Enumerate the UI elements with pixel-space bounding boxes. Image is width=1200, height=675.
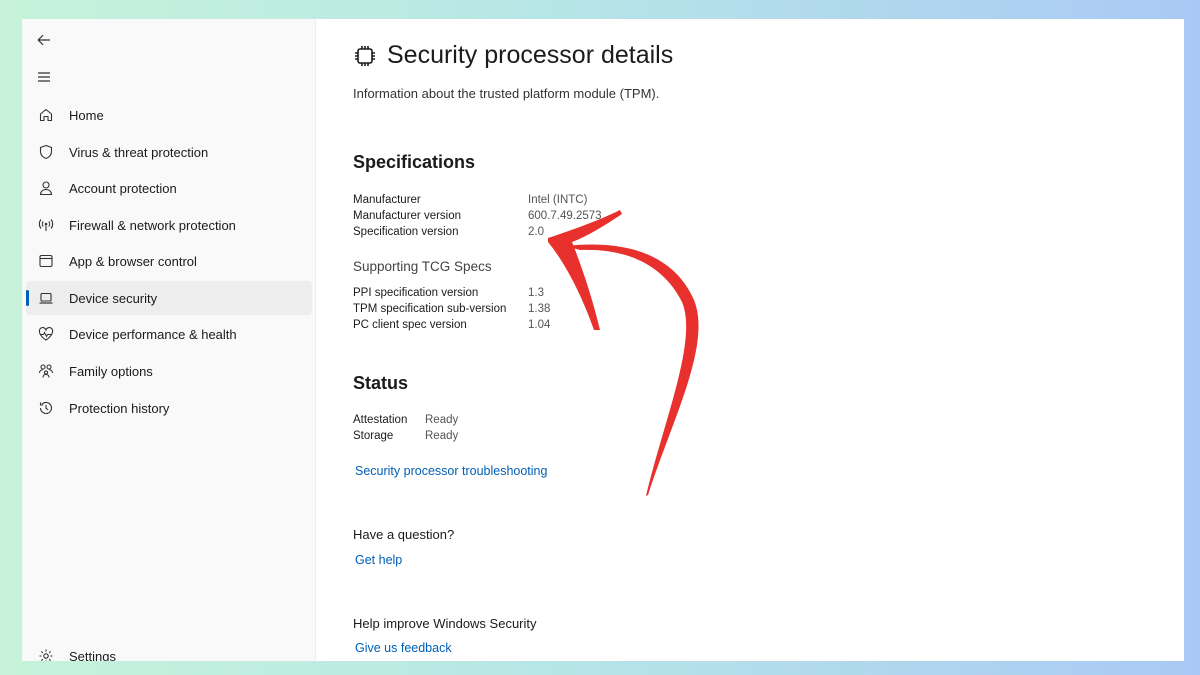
sidebar-item-label: Settings — [69, 648, 116, 662]
troubleshooting-link[interactable]: Security processor troubleshooting — [355, 464, 547, 478]
spec-row: Manufacturer version 600.7.49.2573 — [353, 208, 602, 224]
hamburger-menu-icon — [38, 72, 50, 82]
tcg-value: 1.3 — [528, 287, 544, 299]
sidebar-item-label: Protection history — [69, 400, 170, 416]
sidebar-item-label: Device security — [69, 290, 158, 306]
status-key: Attestation — [353, 414, 408, 426]
wireless-antenna-icon — [37, 216, 55, 234]
status-list: Attestation Ready Storage Ready — [353, 412, 458, 444]
laptop-icon — [37, 289, 55, 307]
sidebar-item-firewall-network-protection[interactable]: Firewall & network protection — [26, 208, 312, 242]
home-icon — [37, 106, 55, 124]
family-icon — [37, 362, 55, 380]
spec-row: Manufacturer Intel (INTC) — [353, 192, 602, 208]
sidebar-item-label: App & browser control — [69, 253, 197, 269]
sidebar-item-family-options[interactable]: Family options — [26, 354, 312, 388]
tcg-row: PPI specification version 1.3 — [353, 285, 550, 301]
status-heading: Status — [353, 373, 409, 393]
heart-pulse-icon — [37, 325, 55, 343]
gear-icon — [37, 647, 55, 661]
back-button[interactable] — [34, 30, 54, 50]
sidebar-item-protection-history[interactable]: Protection history — [26, 391, 312, 425]
status-value: Ready — [425, 430, 459, 442]
active-indicator — [26, 290, 29, 306]
back-arrow-icon — [37, 34, 50, 46]
tcg-specs-heading: Supporting TCG Specs — [353, 259, 492, 274]
sidebar-item-account-protection[interactable]: Account protection — [26, 171, 312, 205]
spec-value: 2.0 — [528, 226, 544, 238]
tcg-key: PC client spec version — [353, 319, 467, 331]
tcg-value: 1.04 — [528, 319, 551, 331]
sidebar-item-device-security[interactable]: Device security — [26, 281, 312, 315]
sidebar-item-label: Home — [69, 107, 104, 123]
page-title: Security processor details — [387, 41, 674, 69]
tcg-specs-list: PPI specification version 1.3 TPM specif… — [353, 285, 550, 333]
windows-security-window: Home Virus & threat protection Account p… — [22, 19, 1184, 661]
spec-key: Manufacturer — [353, 194, 421, 206]
tcg-row: PC client spec version 1.04 — [353, 317, 550, 333]
spec-value: Intel (INTC) — [528, 194, 588, 206]
spec-row: Specification version 2.0 — [353, 224, 602, 240]
menu-button[interactable] — [34, 67, 54, 87]
title-row: Security processor details — [353, 41, 673, 70]
sidebar-item-label: Account protection — [69, 180, 177, 196]
page-subtitle: Information about the trusted platform m… — [353, 86, 660, 101]
status-key: Storage — [353, 430, 394, 442]
sidebar: Home Virus & threat protection Account p… — [22, 19, 316, 661]
sidebar-item-label: Device performance & health — [69, 326, 237, 342]
tcg-row: TPM specification sub-version 1.38 — [353, 301, 550, 317]
spec-key: Specification version — [353, 226, 459, 238]
shield-icon — [37, 143, 55, 161]
history-clock-icon — [37, 399, 55, 417]
status-row: Attestation Ready — [353, 412, 458, 428]
sidebar-item-label: Firewall & network protection — [69, 217, 236, 233]
specifications-heading: Specifications — [353, 152, 476, 172]
spec-value: 600.7.49.2573 — [528, 210, 602, 222]
get-help-link[interactable]: Get help — [355, 553, 402, 567]
sidebar-item-home[interactable]: Home — [26, 98, 312, 132]
improve-heading: Help improve Windows Security — [353, 616, 537, 631]
tcg-value: 1.38 — [528, 303, 551, 315]
tcg-key: TPM specification sub-version — [353, 303, 507, 315]
sidebar-item-label: Family options — [69, 363, 153, 379]
chip-icon — [355, 45, 375, 66]
sidebar-item-device-performance-health[interactable]: Device performance & health — [26, 317, 312, 351]
sidebar-item-app-browser-control[interactable]: App & browser control — [26, 244, 312, 278]
status-value: Ready — [425, 414, 459, 426]
sidebar-item-settings[interactable]: Settings — [26, 639, 312, 661]
sidebar-item-label: Virus & threat protection — [69, 144, 209, 160]
give-feedback-link[interactable]: Give us feedback — [355, 641, 452, 655]
app-window-icon — [37, 252, 55, 270]
question-heading: Have a question? — [353, 527, 455, 542]
specifications-list: Manufacturer Intel (INTC) Manufacturer v… — [353, 192, 602, 240]
person-icon — [37, 179, 55, 197]
tcg-key: PPI specification version — [353, 287, 479, 299]
sidebar-item-virus-threat-protection[interactable]: Virus & threat protection — [26, 135, 312, 169]
main-content: Security processor details Information a… — [317, 19, 1184, 661]
spec-key: Manufacturer version — [353, 210, 462, 222]
status-row: Storage Ready — [353, 428, 458, 444]
